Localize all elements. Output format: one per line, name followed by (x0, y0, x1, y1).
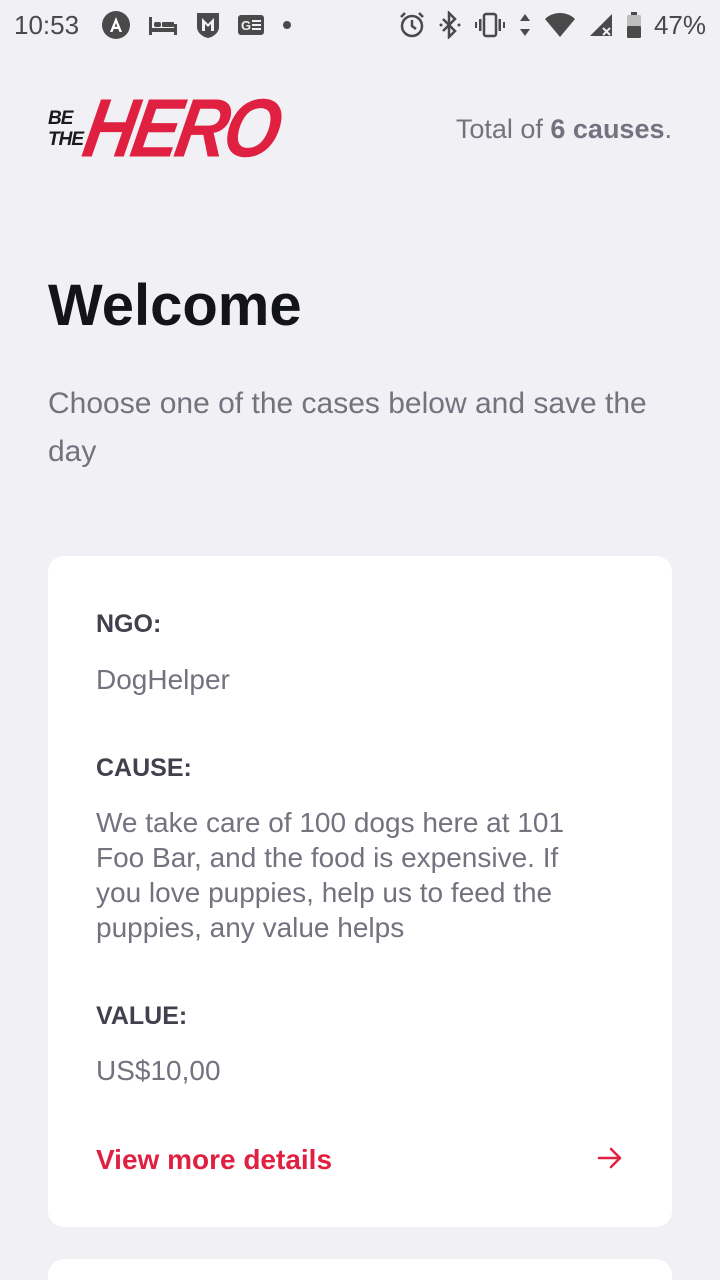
status-bar: 10:53 G 47% (0, 0, 720, 50)
data-arrows-icon (518, 12, 532, 38)
total-prefix: Total of (455, 113, 551, 144)
logo-small-text: BE THE (48, 108, 84, 150)
view-details-button[interactable]: View more details (96, 1140, 624, 1180)
incident-card-next (48, 1259, 672, 1280)
vibrate-icon (474, 12, 506, 38)
status-time: 10:53 (14, 9, 80, 40)
total-causes: Total of 6 causes. (456, 114, 672, 145)
be-the-hero-logo: BE THE HERO (48, 83, 285, 175)
dot-icon (281, 19, 293, 31)
cause-value: We take care of 100 dogs here at 101 Foo… (96, 807, 565, 943)
page-description: Choose one of the cases below and save t… (48, 387, 647, 468)
bluetooth-icon (438, 11, 462, 39)
cause-label: CAUSE: (96, 754, 192, 782)
ngo-label: NGO: (96, 610, 162, 638)
bed-icon (147, 13, 179, 37)
total-suffix: . (664, 113, 672, 144)
value-amount: US$10,00 (96, 1055, 221, 1086)
status-bar-left: 10:53 G (14, 10, 309, 41)
alarm-icon (398, 11, 426, 39)
screen: 10:53 G 47% BE THE HERO Total of 6 cause… (0, 0, 720, 1280)
arrow-right-icon (596, 1146, 624, 1175)
ngo-value: DogHelper (96, 664, 230, 695)
battery-percent: 47% (653, 9, 706, 40)
page-title: Welcome (48, 273, 302, 338)
value-label: VALUE: (96, 1002, 188, 1030)
angular-icon (101, 10, 131, 40)
status-bar-right: 47% (398, 10, 706, 41)
incident-card: NGO: DogHelper CAUSE: We take care of 10… (48, 556, 672, 1227)
news-icon: G (237, 13, 265, 37)
signal-icon (588, 12, 614, 38)
total-count: 6 causes (550, 113, 665, 144)
svg-text:G: G (241, 18, 251, 33)
view-details-label: View more details (96, 1144, 333, 1175)
shield-m-icon (195, 11, 221, 39)
wifi-icon (544, 12, 576, 38)
header: BE THE HERO Total of 6 causes. (48, 83, 672, 175)
battery-icon (626, 11, 642, 39)
logo-hero: HERO (76, 83, 286, 175)
logo-the: THE (48, 129, 84, 150)
logo-be: BE (48, 108, 73, 129)
